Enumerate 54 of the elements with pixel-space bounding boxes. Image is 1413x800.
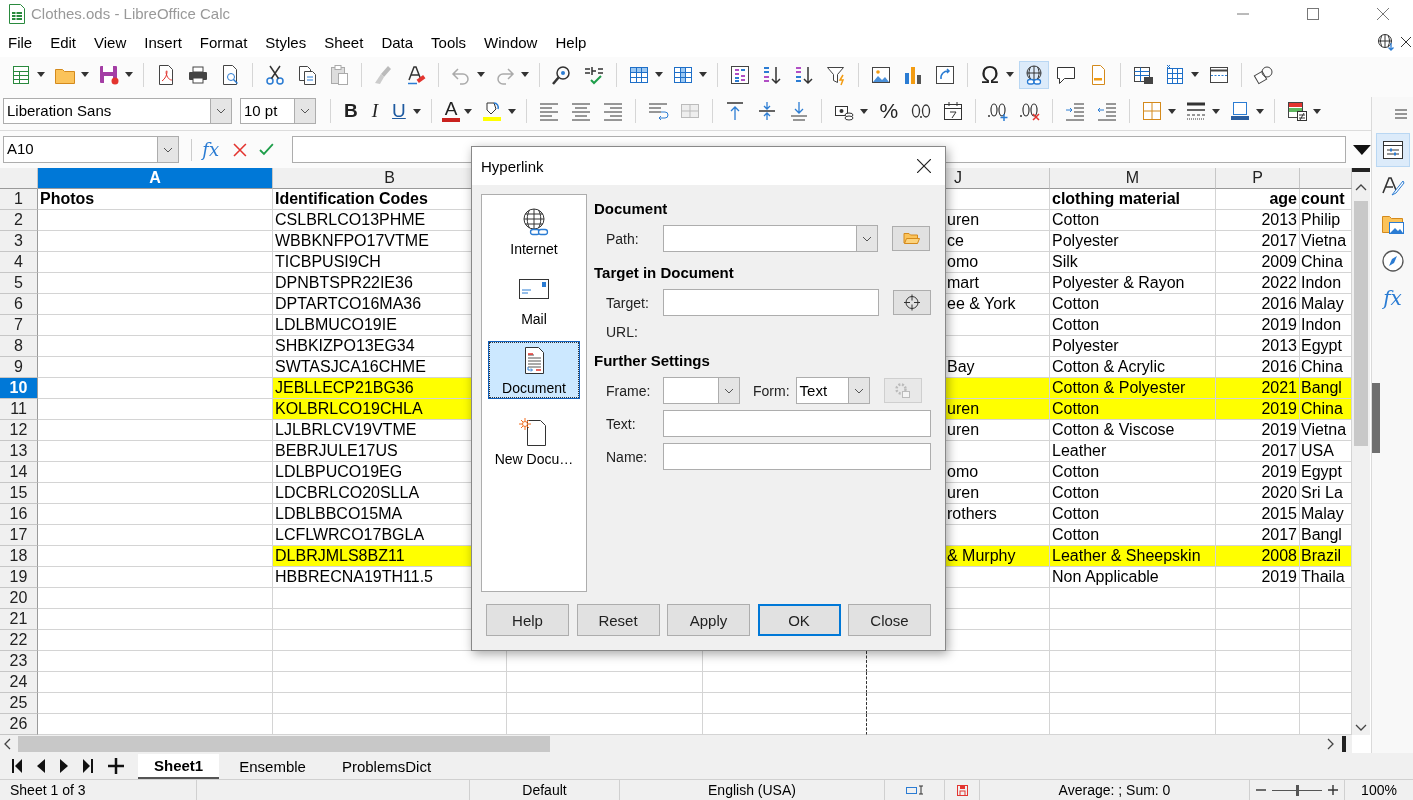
table-cell: Cotton & Polyester xyxy=(1050,378,1216,400)
table-cell: 2017 xyxy=(1216,441,1300,463)
table-cell: 2013 xyxy=(1216,336,1300,358)
table-cell: Bangl xyxy=(1300,378,1352,400)
field-label: Path: xyxy=(606,230,640,247)
table-cell: 2008 xyxy=(1216,546,1300,568)
table-cell: 2020 xyxy=(1216,483,1300,505)
table-cell: Silk xyxy=(1050,252,1216,274)
table-cell: Cotton xyxy=(1050,483,1216,505)
table-cell: 2021 xyxy=(1216,378,1300,400)
section-heading: Further Settings xyxy=(594,352,711,369)
table-cell: Cotton xyxy=(1050,399,1216,421)
table-cell: Non Applicable xyxy=(1050,567,1216,589)
table-cell: Cotton xyxy=(1050,210,1216,232)
table-cell: Leather & Sheepskin xyxy=(1050,546,1216,568)
table-cell: 2019 xyxy=(1216,567,1300,589)
field-label: Form: xyxy=(753,382,790,399)
page-style-text: Default xyxy=(522,782,567,798)
table-cell: 2016 xyxy=(1216,294,1300,316)
selection-summary-text: Average: ; Sum: 0 xyxy=(1058,782,1171,798)
field-label: Name: xyxy=(606,448,649,465)
field-label: Frame: xyxy=(606,382,652,399)
zoom-percent-text: 100% xyxy=(1361,782,1397,798)
table-cell: 2019 xyxy=(1216,420,1300,442)
table-cell: clothing material xyxy=(1050,189,1216,211)
table-cell: 2017 xyxy=(1216,231,1300,253)
table-cell: Polyester xyxy=(1050,231,1216,253)
field-label: Text: xyxy=(606,415,637,432)
table-cell: 2013 xyxy=(1216,210,1300,232)
table-cell: Leather xyxy=(1050,441,1216,463)
table-cell: 2015 xyxy=(1216,504,1300,526)
table-cell: 2022 xyxy=(1216,273,1300,295)
table-cell: Brazil xyxy=(1300,546,1352,568)
table-cell: 2019 xyxy=(1216,315,1300,337)
sheet-count-text: Sheet 1 of 3 xyxy=(10,782,86,798)
window-title: Clothes.ods - LibreOffice Calc xyxy=(31,5,230,23)
language-text: English (USA) xyxy=(708,782,796,798)
table-cell: Cotton xyxy=(1050,504,1216,526)
table-cell: 2019 xyxy=(1216,462,1300,484)
table-cell: Cotton xyxy=(1050,294,1216,316)
field-label: URL: xyxy=(606,324,639,340)
field-label: Target: xyxy=(606,294,650,311)
section-heading: Document xyxy=(594,200,669,217)
table-cell: Photos xyxy=(38,189,273,211)
table-cell: Polyester xyxy=(1050,336,1216,358)
table-cell: China xyxy=(1300,399,1352,421)
table-cell: 2019 xyxy=(1216,399,1300,421)
table-cell: Cotton xyxy=(1050,462,1216,484)
section-heading: Target in Document xyxy=(594,264,735,281)
table-cell: 2009 xyxy=(1216,252,1300,274)
table-cell: Polyester & Rayon xyxy=(1050,273,1216,295)
table-cell: age xyxy=(1216,189,1300,211)
table-cell: Cotton & Viscose xyxy=(1050,420,1216,442)
table-cell: Cotton xyxy=(1050,315,1216,337)
